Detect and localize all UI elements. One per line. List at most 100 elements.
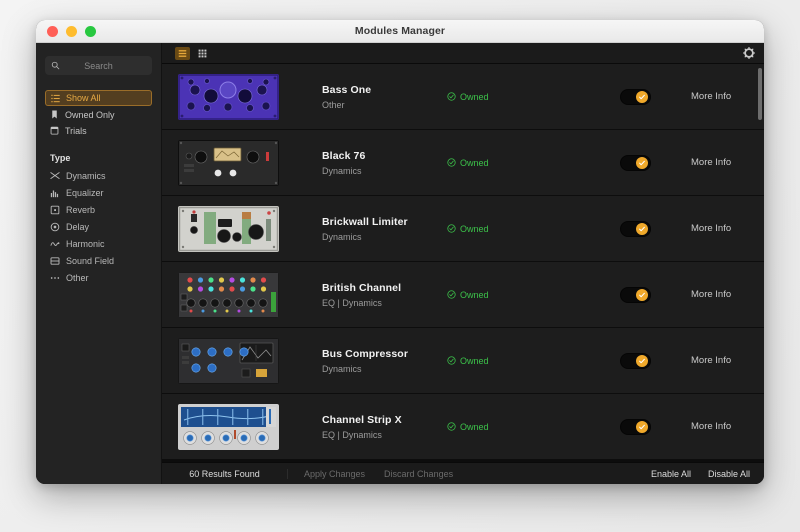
status-label: Owned bbox=[460, 422, 489, 432]
more-info-button[interactable]: More Info bbox=[691, 355, 731, 366]
sidebar-item-reverb[interactable]: Reverb bbox=[45, 202, 152, 217]
more-info-button[interactable]: More Info bbox=[691, 157, 731, 168]
sidebar-item-dynamics[interactable]: Dynamics bbox=[45, 168, 152, 183]
check-icon bbox=[638, 291, 646, 299]
sidebar-item-label: Harmonic bbox=[66, 239, 105, 249]
list-view-button[interactable] bbox=[175, 47, 190, 60]
module-thumbnail bbox=[178, 404, 279, 450]
more-info-button[interactable]: More Info bbox=[691, 91, 731, 102]
sidebar-item-label: Trials bbox=[65, 126, 87, 136]
ellipsis-icon bbox=[50, 273, 60, 283]
sidebar-item-show-all[interactable]: Show All bbox=[45, 90, 152, 106]
enable-toggle[interactable] bbox=[620, 353, 651, 369]
toggle-knob bbox=[636, 157, 648, 169]
module-name: British Channel bbox=[322, 282, 447, 294]
table-row[interactable]: Black 76 Dynamics Owned More Info bbox=[162, 130, 764, 195]
close-button-icon[interactable] bbox=[47, 26, 58, 37]
check-icon bbox=[638, 159, 646, 167]
sidebar-item-owned-only[interactable]: Owned Only bbox=[45, 107, 152, 122]
status-label: Owned bbox=[460, 356, 489, 366]
toggle-knob bbox=[636, 91, 648, 103]
panner-icon bbox=[50, 256, 60, 266]
more-info-button[interactable]: More Info bbox=[691, 289, 731, 300]
more-info-button[interactable]: More Info bbox=[691, 421, 731, 432]
module-meta: Channel Strip XEQ | Dynamics bbox=[279, 414, 447, 440]
check-icon bbox=[638, 93, 646, 101]
disable-all-button[interactable]: Disable All bbox=[708, 469, 750, 479]
toggle-knob bbox=[636, 355, 648, 367]
sidebar-item-delay[interactable]: Delay bbox=[45, 219, 152, 234]
compressor-icon bbox=[50, 171, 60, 181]
sidebar-item-harmonic[interactable]: Harmonic bbox=[45, 236, 152, 251]
sidebar-item-other[interactable]: Other bbox=[45, 270, 152, 285]
table-row[interactable]: Channel Strip XEQ | Dynamics Owned More In… bbox=[162, 394, 764, 459]
more-info-button[interactable]: More Info bbox=[691, 223, 731, 234]
enable-toggle-cell bbox=[579, 155, 691, 171]
module-category: EQ | Dynamics bbox=[322, 298, 447, 308]
module-meta: British Channel EQ | Dynamics bbox=[279, 282, 447, 308]
enable-toggle[interactable] bbox=[620, 155, 651, 171]
sidebar-item-equalizer[interactable]: Equalizer bbox=[45, 185, 152, 200]
sidebar-item-label: Owned Only bbox=[65, 110, 115, 120]
enable-all-button[interactable]: Enable All bbox=[651, 469, 691, 479]
gear-icon[interactable] bbox=[743, 47, 755, 59]
sidebar-item-sound-field[interactable]: Sound Field bbox=[45, 253, 152, 268]
module-meta: Bus CompressorDynamics bbox=[279, 348, 447, 374]
minimize-button-icon[interactable] bbox=[66, 26, 77, 37]
sidebar-item-label: Dynamics bbox=[66, 171, 106, 181]
enable-toggle[interactable] bbox=[620, 89, 651, 105]
search-input[interactable]: Search bbox=[45, 56, 152, 75]
table-row[interactable]: British ChannelEQ | DynamicsOwnedMore In… bbox=[162, 262, 764, 327]
enable-toggle[interactable] bbox=[620, 419, 651, 435]
module-name: Bus Compressor bbox=[322, 348, 447, 360]
module-thumbnail bbox=[178, 206, 279, 252]
module-name: Black 76 bbox=[322, 150, 447, 162]
table-row[interactable]: Bass OneOtherOwnedMore Info bbox=[162, 64, 764, 129]
view-mode-group bbox=[175, 47, 210, 60]
module-thumbnail bbox=[178, 272, 279, 318]
grid-view-button[interactable] bbox=[195, 47, 210, 60]
enable-toggle-cell bbox=[579, 353, 691, 369]
status-label: Owned bbox=[460, 158, 489, 168]
module-name: Channel Strip X bbox=[322, 414, 447, 426]
module-category: Dynamics bbox=[322, 232, 447, 242]
module-name: Brickwall Limiter bbox=[322, 216, 447, 228]
discard-changes-button[interactable]: Discard Changes bbox=[384, 469, 453, 479]
status-badge: Owned bbox=[447, 356, 579, 366]
square-dot-icon bbox=[50, 205, 60, 215]
check-circle-icon bbox=[447, 92, 456, 101]
window-body: Search Show All bbox=[36, 43, 764, 484]
status-badge: Owned bbox=[447, 422, 579, 432]
modules-list[interactable]: Bass OneOtherOwnedMore Info Black 76 Dynam… bbox=[162, 64, 764, 462]
status-bar: 60 Results Found Apply Changes Discard C… bbox=[162, 462, 764, 484]
main-toolbar bbox=[162, 43, 764, 64]
toggle-knob bbox=[636, 421, 648, 433]
sidebar-item-label: Other bbox=[66, 273, 89, 283]
enable-toggle[interactable] bbox=[620, 287, 651, 303]
enable-toggle-cell bbox=[579, 221, 691, 237]
sidebar-item-label: Equalizer bbox=[66, 188, 104, 198]
sidebar-item-trials[interactable]: Trials bbox=[45, 123, 152, 138]
module-category: Dynamics bbox=[322, 166, 447, 176]
sidebar-item-label: Delay bbox=[66, 222, 89, 232]
circle-icon bbox=[50, 222, 60, 232]
status-badge: Owned bbox=[447, 224, 579, 234]
table-row[interactable]: Brickwall Limiter DynamicsOwned More Info bbox=[162, 196, 764, 261]
window-title: Modules Manager bbox=[36, 25, 764, 37]
sidebar-item-label: Reverb bbox=[66, 205, 95, 215]
check-circle-icon bbox=[447, 290, 456, 299]
apply-changes-button[interactable]: Apply Changes bbox=[304, 469, 365, 479]
enable-toggle-cell bbox=[579, 89, 691, 105]
toggle-knob bbox=[636, 289, 648, 301]
table-row[interactable]: Bus CompressorDynamics Owned More Info bbox=[162, 328, 764, 393]
maximize-button-icon[interactable] bbox=[85, 26, 96, 37]
traffic-lights bbox=[36, 26, 96, 37]
module-meta: Black 76 Dynamics bbox=[279, 150, 447, 176]
vertical-scrollbar[interactable] bbox=[758, 68, 762, 120]
sidebar-item-label: Sound Field bbox=[66, 256, 114, 266]
check-circle-icon bbox=[447, 422, 456, 431]
sidebar-item-label: Show All bbox=[66, 93, 101, 103]
grid-view-icon bbox=[198, 49, 207, 58]
list-icon bbox=[51, 94, 60, 103]
enable-toggle[interactable] bbox=[620, 221, 651, 237]
